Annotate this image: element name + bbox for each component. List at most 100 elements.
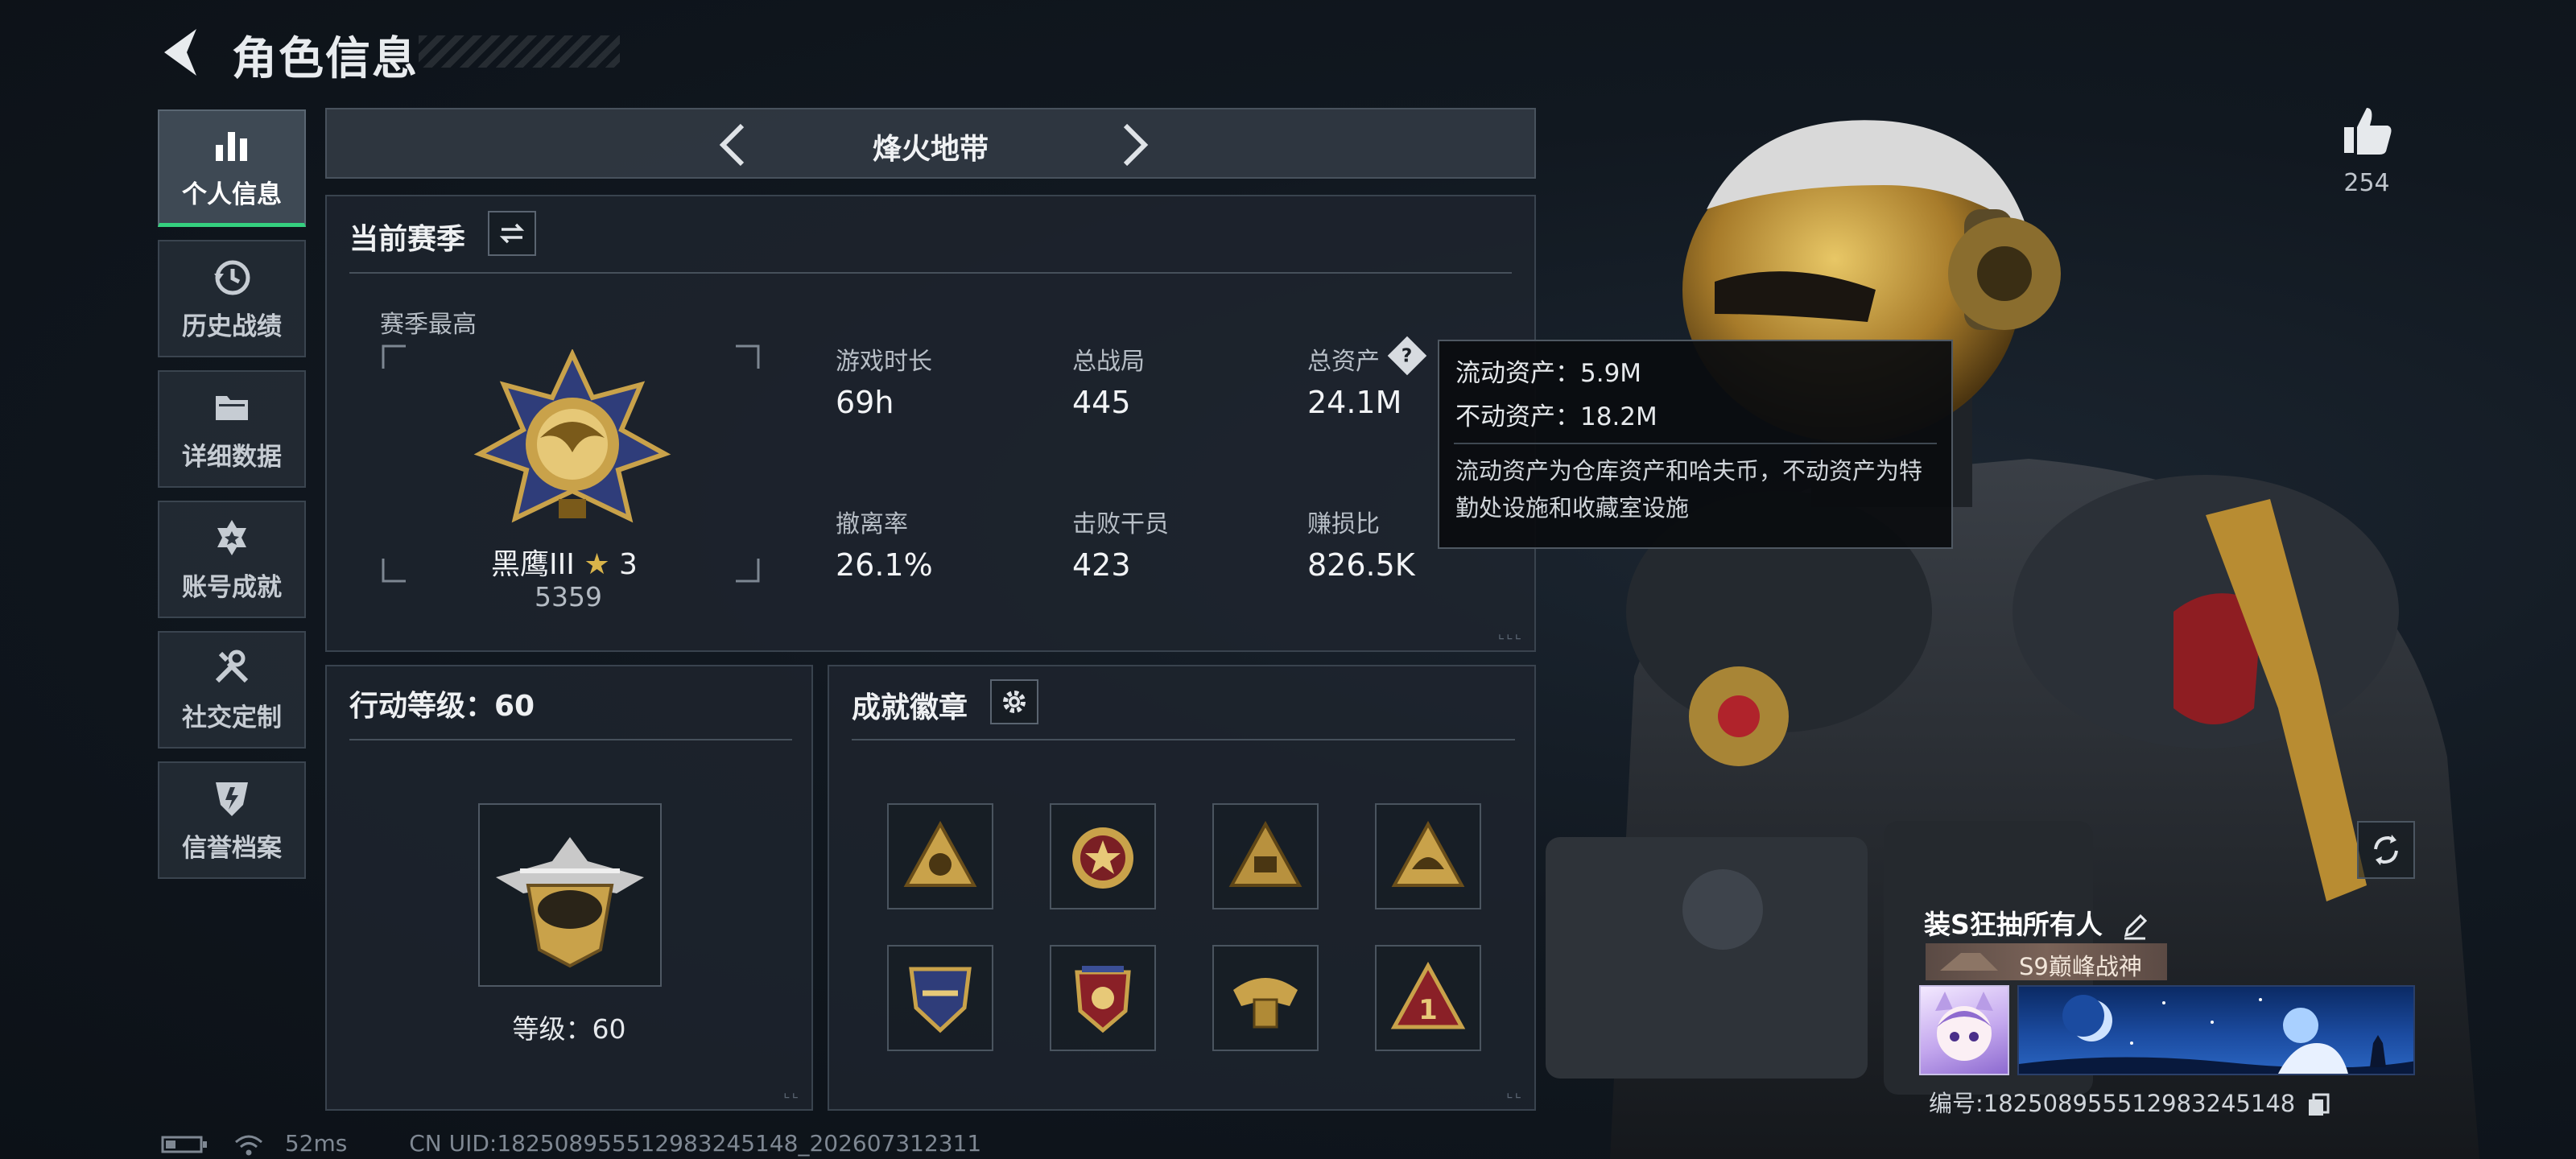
achievement-badge[interactable] [1050,803,1156,909]
title-emblem-icon [1940,953,1998,971]
sidebar-item-detailed-data[interactable]: 详细数据 [158,370,306,488]
season-best-label: 赛季最高 [380,311,477,339]
edit-pencil-icon[interactable] [2121,913,2149,940]
badge-7-icon [1233,978,1298,1029]
sidebar-item-credibility[interactable]: 信誉档案 [158,761,306,879]
night-sky-banner-image [2019,995,2413,1074]
ping-value: 52ms [284,1130,348,1157]
wrench-icon [215,650,249,683]
stat-value-total-assets: 24.1M [1307,385,1402,420]
action-level-badge-frame [478,803,662,987]
stat-value-total-matches: 445 [1072,385,1131,420]
badge-6-icon [1075,966,1131,1033]
action-level-value: 等级：60 [512,1013,626,1045]
stat-label-total-matches: 总战局 [1072,348,1145,376]
history-clock-icon [214,260,250,295]
tooltip-description: 流动资产为仓库资产和哈夫币，不动资产为特勤处设施和收藏室设施 [1455,457,1923,522]
mode-selector: 烽火地带 [325,108,1536,179]
sidebar-item-achievements[interactable]: 账号成就 [158,501,306,618]
badge-5-icon [909,967,972,1033]
achievement-badge[interactable] [1212,803,1319,909]
rank-name-row: 黑鹰III ★ 3 [491,541,652,583]
season-section-title: 当前赛季 [349,223,466,256]
achievement-badge[interactable] [1212,945,1319,1051]
credibility-shield-icon [216,782,248,816]
stat-value-extract-rate: 26.1% [836,547,933,583]
achievement-badge[interactable] [887,803,993,909]
achievements-title: 成就徽章 [852,691,968,724]
page-title: 角色信息 [232,33,419,85]
status-bar: 52ms CN UID:1825089555129832451​48_20260… [161,1130,981,1157]
player-title-badge: S9巅峰战神 [1926,943,2167,980]
badge-3-icon [1228,820,1302,887]
badge-1-icon [903,820,977,887]
swap-arrows-icon [499,223,525,244]
svg-text:1: 1 [1418,994,1438,1026]
thumbs-up-icon [2344,108,2392,155]
sidebar-item-label: 信誉档案 [182,833,282,863]
stat-label-total-assets: 总资产 [1307,348,1380,376]
sidebar-item-personal-info[interactable]: 个人信息 [158,109,306,227]
rank-emblem-icon [473,349,671,523]
stat-label-playtime: 游戏时长 [836,348,932,376]
player-id-text: 编号:1825089555129832451​48 [1929,1090,2296,1117]
player-banner [2017,985,2415,1075]
bar-chart-icon [216,132,247,161]
achievement-badge[interactable] [887,945,993,1051]
stat-value-playtime: 69h [836,385,894,420]
player-title-text: S9巅峰战神 [2019,953,2142,980]
copy-icon[interactable] [2307,1093,2330,1117]
stat-label-profit-loss: 赚损比 [1307,510,1380,538]
wifi-icon [234,1135,262,1156]
sidebar-item-social-customize[interactable]: 社交定制 [158,631,306,749]
achievement-badge[interactable] [1375,803,1481,909]
badge-4-icon [1391,820,1465,887]
achievements-settings-button[interactable] [990,679,1038,724]
player-name: 装S狂抽所有人 [1924,903,2149,942]
tooltip-liquid-assets: 流动资产：5.9M [1455,359,1642,388]
anime-avatar-icon [1935,992,1993,1061]
helicopter-badge-icon [496,837,644,968]
achievement-badge[interactable]: 1 [1375,945,1481,1051]
like-button[interactable] [2334,101,2399,163]
badge-2-icon [1072,827,1133,889]
folder-icon [216,395,248,420]
back-arrow-icon[interactable] [158,24,206,80]
season-switch-button[interactable] [488,211,536,256]
badge-8-icon: 1 [1390,961,1466,1029]
current-season-panel: 当前赛季 赛季最高 黑鹰III ★ 3 5359 游戏时长 69h 总战局 44… [325,195,1536,652]
uid-text: CN UID:1825089555129832451​48_2026073123… [409,1130,982,1157]
sidebar-item-label: 社交定制 [182,703,282,732]
tooltip-fixed-assets: 不动资产：18.2M [1455,402,1657,431]
achievement-badge[interactable] [1050,945,1156,1051]
stat-value-operators-defeated: 423 [1072,547,1131,583]
help-icon[interactable]: ? [1387,336,1427,376]
rank-score: 5359 [535,581,602,612]
stat-label-operators-defeated: 击败干员 [1072,510,1169,538]
action-level-title: 行动等级：60 [349,690,535,723]
player-name-text: 装S狂抽所有人 [1924,909,2103,940]
panel-corner-decoration: ⌞⌞ [1506,1084,1523,1101]
mode-name: 烽火地带 [872,133,989,166]
avatar[interactable] [1919,985,2009,1075]
rank-star-icon: ★ [584,548,610,581]
gear-icon [1003,691,1026,713]
battery-icon [161,1136,207,1153]
rotate-button[interactable] [2357,821,2415,879]
stat-label-extract-rate: 撤离率 [836,510,908,538]
action-level-panel: 行动等级：60 等级：60 ⌞⌞ [325,665,813,1111]
refresh-icon [2374,835,2398,865]
rank-name: 黑鹰III [491,548,575,581]
like-count: 254 [2343,169,2390,197]
sidebar-item-history[interactable]: 历史战绩 [158,240,306,357]
next-mode-arrow-icon[interactable] [1109,121,1158,169]
rank-stars-count: 3 [619,548,638,581]
sidebar-item-label: 账号成就 [182,572,282,602]
sidebar-item-label: 详细数据 [182,442,282,472]
achievement-star-icon [217,519,246,555]
assets-tooltip: 流动资产：5.9M 不动资产：18.2M 流动资产为仓库资产和哈夫币，不动资产为… [1438,340,1953,549]
title-decoration [419,35,620,68]
panel-corner-decoration: ⌞⌞⌞ [1497,625,1523,642]
panel-corner-decoration: ⌞⌞ [783,1084,800,1101]
achievements-panel: 成就徽章 1 ⌞⌞ [828,665,1536,1111]
